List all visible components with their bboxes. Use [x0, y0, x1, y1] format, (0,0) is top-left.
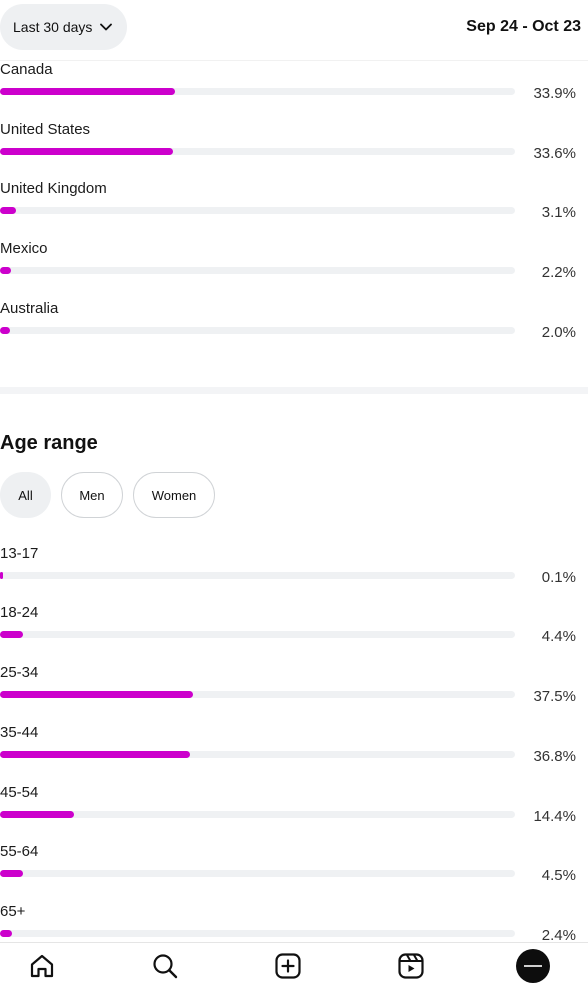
country-name: Australia [0, 300, 59, 317]
home-icon[interactable] [27, 951, 57, 981]
age-row: 55-64 4.5% [0, 843, 588, 903]
bar-track [0, 870, 515, 877]
bar-fill [0, 148, 173, 155]
filter-women-button[interactable]: Women [133, 472, 215, 518]
country-percentage: 3.1% [541, 204, 576, 221]
bar-track [0, 811, 515, 818]
bottom-nav [0, 942, 588, 987]
avatar [516, 949, 550, 983]
bar-fill [0, 572, 3, 579]
bar-fill [0, 870, 23, 877]
profile-avatar[interactable] [516, 949, 550, 983]
country-percentage: 33.9% [533, 85, 576, 102]
age-percentage: 0.1% [541, 569, 576, 586]
bar-fill [0, 207, 16, 214]
age-percentage: 37.5% [533, 688, 576, 705]
bar-fill [0, 88, 175, 95]
age-label: 65+ [0, 903, 26, 920]
bar-fill [0, 691, 193, 698]
date-range-selector-label: Last 30 days [13, 19, 93, 35]
section-divider [0, 387, 588, 394]
country-row: United Kingdom 3.1% [0, 180, 588, 240]
bar-track [0, 751, 515, 758]
age-row: 18-24 4.4% [0, 604, 588, 664]
country-name: Canada [0, 61, 53, 78]
bar-track [0, 930, 515, 937]
age-percentage: 14.4% [533, 808, 576, 825]
country-row: Australia 2.0% [0, 300, 588, 360]
section-title: Age range [0, 432, 98, 454]
bar-track [0, 327, 515, 334]
age-row: 35-44 36.8% [0, 724, 588, 784]
create-icon[interactable] [273, 951, 303, 981]
country-row: Mexico 2.2% [0, 240, 588, 300]
search-icon[interactable] [150, 951, 180, 981]
age-label: 45-54 [0, 784, 39, 801]
date-range-text: Sep 24 - Oct 23 [466, 18, 581, 35]
bar-track [0, 267, 515, 274]
country-percentage: 33.6% [533, 145, 576, 162]
chevron-down-icon [100, 23, 113, 31]
age-percentage: 4.4% [541, 628, 576, 645]
bar-fill [0, 811, 74, 818]
bar-fill [0, 930, 12, 937]
bar-fill [0, 751, 190, 758]
bar-fill [0, 631, 23, 638]
age-row: 25-34 37.5% [0, 664, 588, 724]
bar-track [0, 88, 515, 95]
age-label: 35-44 [0, 724, 39, 741]
age-label: 13-17 [0, 545, 39, 562]
bar-track [0, 631, 515, 638]
country-name: United Kingdom [0, 180, 107, 197]
age-label: 55-64 [0, 843, 39, 860]
country-percentage: 2.0% [541, 324, 576, 341]
bar-track [0, 572, 515, 579]
filter-all-button[interactable]: All [0, 472, 51, 518]
age-percentage: 36.8% [533, 748, 576, 765]
filter-men-button[interactable]: Men [61, 472, 123, 518]
bar-fill [0, 327, 10, 334]
country-name: United States [0, 121, 91, 138]
bar-track [0, 691, 515, 698]
bar-fill [0, 267, 11, 274]
date-range-selector[interactable]: Last 30 days [0, 4, 127, 50]
top-bar: Last 30 days Sep 24 - Oct 23 [0, 0, 588, 61]
bar-track [0, 207, 515, 214]
bar-track [0, 148, 515, 155]
country-name: Mexico [0, 240, 48, 257]
country-row: United States 33.6% [0, 121, 588, 181]
reels-icon[interactable] [396, 951, 426, 981]
age-row: 45-54 14.4% [0, 784, 588, 844]
age-percentage: 4.5% [541, 867, 576, 884]
age-label: 18-24 [0, 604, 39, 621]
country-row: Canada 33.9% [0, 61, 588, 121]
age-label: 25-34 [0, 664, 39, 681]
country-percentage: 2.2% [541, 264, 576, 281]
age-row: 13-17 0.1% [0, 545, 588, 605]
